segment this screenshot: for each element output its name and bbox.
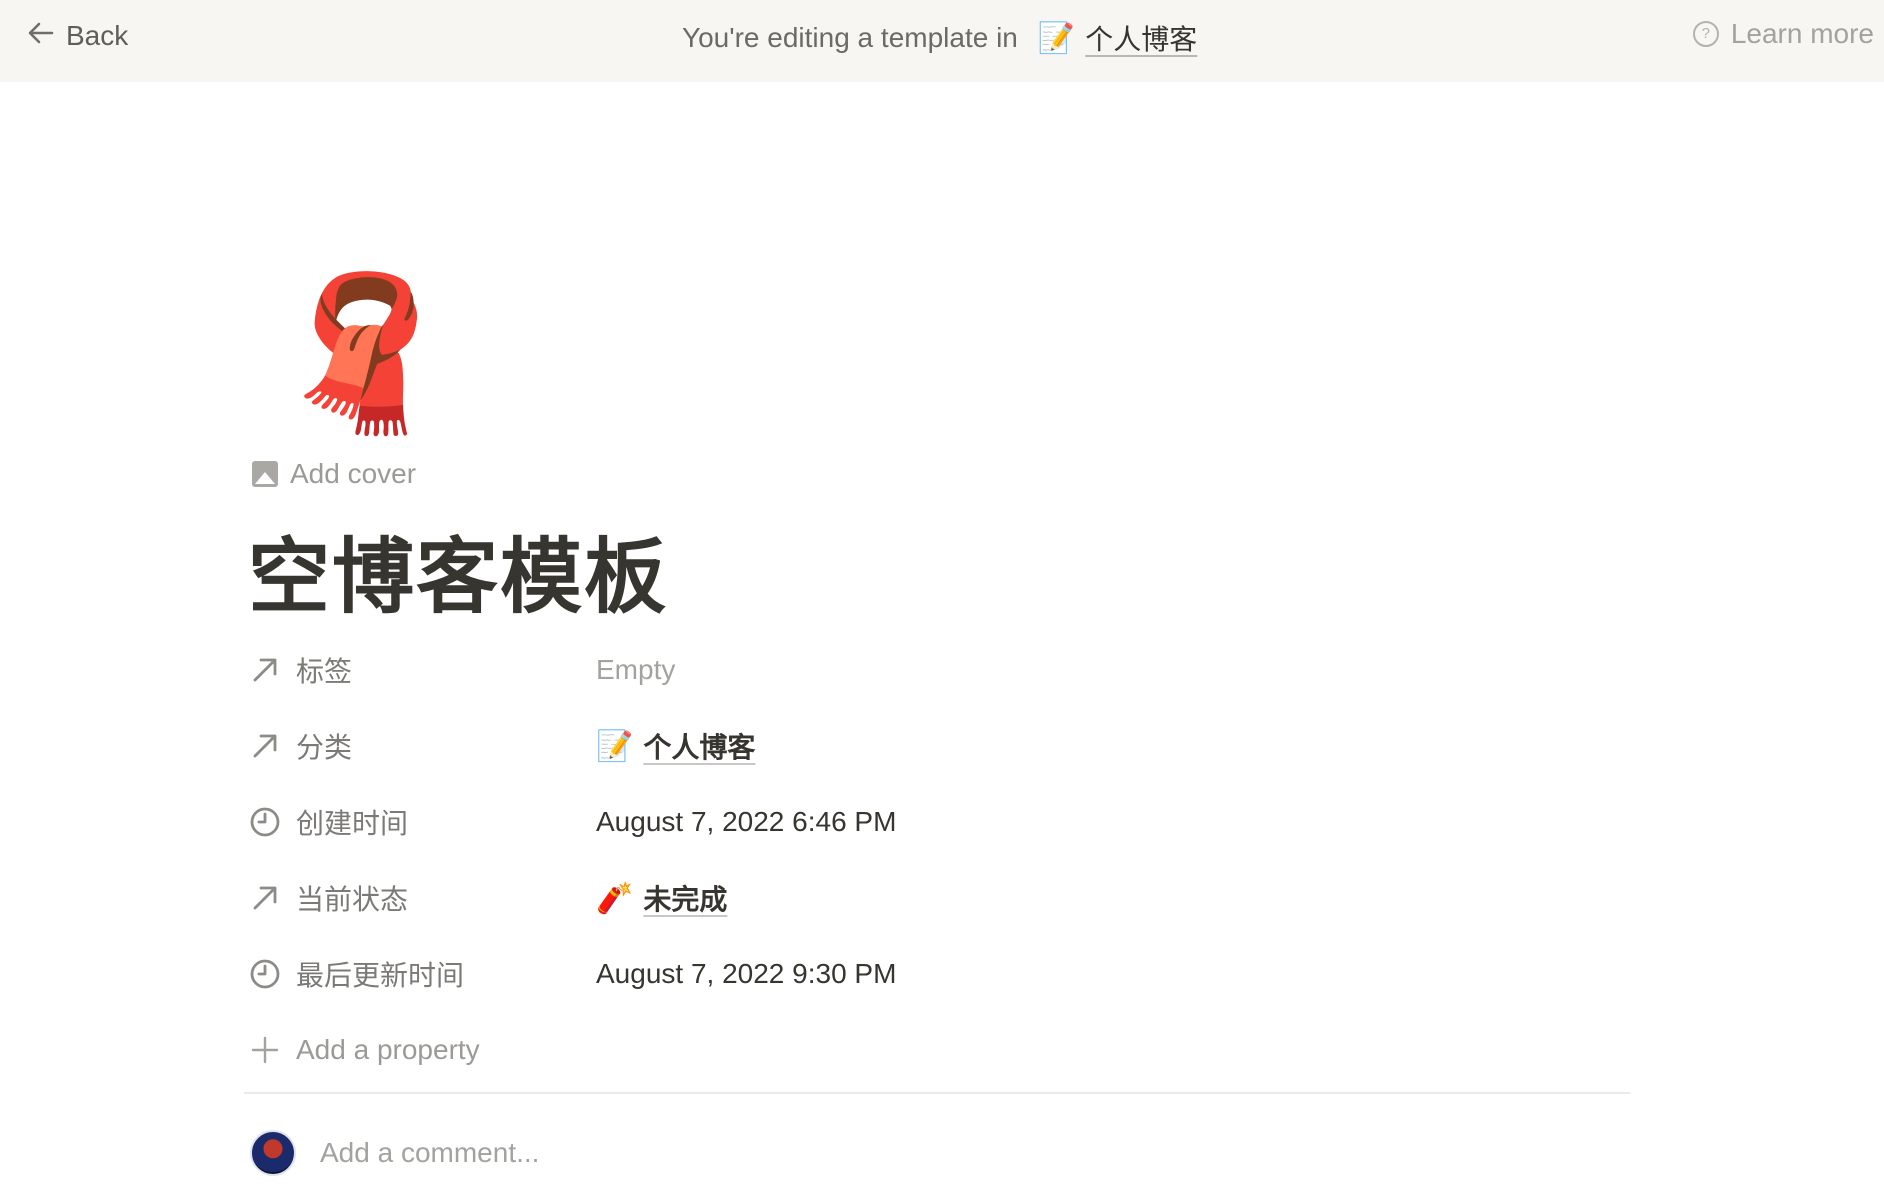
back-label: Back xyxy=(66,19,129,51)
property-label: 标签 xyxy=(296,656,353,687)
learn-more-link[interactable]: ? Learn more xyxy=(1692,18,1874,50)
relation-arrow-icon xyxy=(248,729,282,763)
avatar xyxy=(250,1130,296,1176)
memo-icon: 📝 xyxy=(1037,21,1076,55)
last-edited-value: August 7, 2022 9:30 PM xyxy=(596,958,897,989)
comment-input[interactable] xyxy=(320,1137,920,1169)
add-cover-label: Add cover xyxy=(290,458,417,489)
property-name-last-edited[interactable]: 最后更新时间 xyxy=(248,954,596,994)
property-value-tags[interactable]: Empty xyxy=(596,654,675,686)
add-cover-button[interactable]: Add cover xyxy=(252,458,416,490)
memo-icon: 📝 xyxy=(596,729,634,763)
property-name-category[interactable]: 分类 xyxy=(248,726,596,766)
clock-icon xyxy=(248,957,282,991)
property-value-last-edited: August 7, 2022 9:30 PM xyxy=(596,958,896,990)
property-name-tags[interactable]: 标签 xyxy=(248,650,596,690)
property-value-status[interactable]: 🧨 未完成 xyxy=(596,878,727,918)
page-title[interactable]: 空博客模板 xyxy=(248,510,668,629)
property-label: 当前状态 xyxy=(296,884,409,915)
template-banner: Back You're editing a template in 📝 个人博客… xyxy=(0,0,1884,82)
firecracker-icon: 🧨 xyxy=(596,881,634,915)
relation-arrow-icon xyxy=(248,881,282,915)
property-label: 最后更新时间 xyxy=(296,960,465,991)
property-row-status: 当前状态 🧨 未完成 xyxy=(248,860,1628,936)
back-button[interactable]: Back xyxy=(26,18,128,53)
status-relation-link[interactable]: 未完成 xyxy=(643,878,727,918)
relation-arrow-icon xyxy=(248,653,282,687)
property-label: 创建时间 xyxy=(296,808,409,839)
empty-value: Empty xyxy=(596,654,676,685)
property-row-created-time: 创建时间 August 7, 2022 6:46 PM xyxy=(248,784,1628,860)
plus-icon xyxy=(248,1033,282,1067)
template-editing-notice: You're editing a template in 📝 个人博客 xyxy=(682,18,1197,58)
property-row-last-edited: 最后更新时间 August 7, 2022 9:30 PM xyxy=(248,936,1628,1012)
created-time-value: August 7, 2022 6:46 PM xyxy=(596,806,897,837)
properties-list: 标签 Empty 分类 📝 个人博客 创建时间 August 7, 2022 6… xyxy=(248,632,1628,1088)
property-value-created-time: August 7, 2022 6:46 PM xyxy=(596,806,896,838)
property-label: 分类 xyxy=(296,732,353,763)
add-property-label: Add a property xyxy=(296,1034,480,1065)
add-property-button[interactable]: Add a property xyxy=(248,1012,1628,1088)
property-value-category[interactable]: 📝 个人博客 xyxy=(596,726,755,766)
image-icon xyxy=(252,461,278,487)
property-name-status[interactable]: 当前状态 xyxy=(248,878,596,918)
learn-more-label: Learn more xyxy=(1730,18,1874,49)
editing-text: You're editing a template in xyxy=(682,22,1018,53)
clock-icon xyxy=(248,805,282,839)
property-row-category: 分类 📝 个人博客 xyxy=(248,708,1628,784)
comment-bar xyxy=(250,1130,920,1176)
category-relation-link[interactable]: 个人博客 xyxy=(643,726,755,766)
property-row-tags: 标签 Empty xyxy=(248,632,1628,708)
help-icon: ? xyxy=(1692,21,1719,47)
property-name-created-time[interactable]: 创建时间 xyxy=(248,802,596,842)
scarf-icon[interactable]: 🧣 xyxy=(270,268,457,438)
divider xyxy=(244,1092,1630,1094)
back-arrow-icon xyxy=(26,18,56,53)
database-link[interactable]: 个人博客 xyxy=(1085,18,1197,58)
